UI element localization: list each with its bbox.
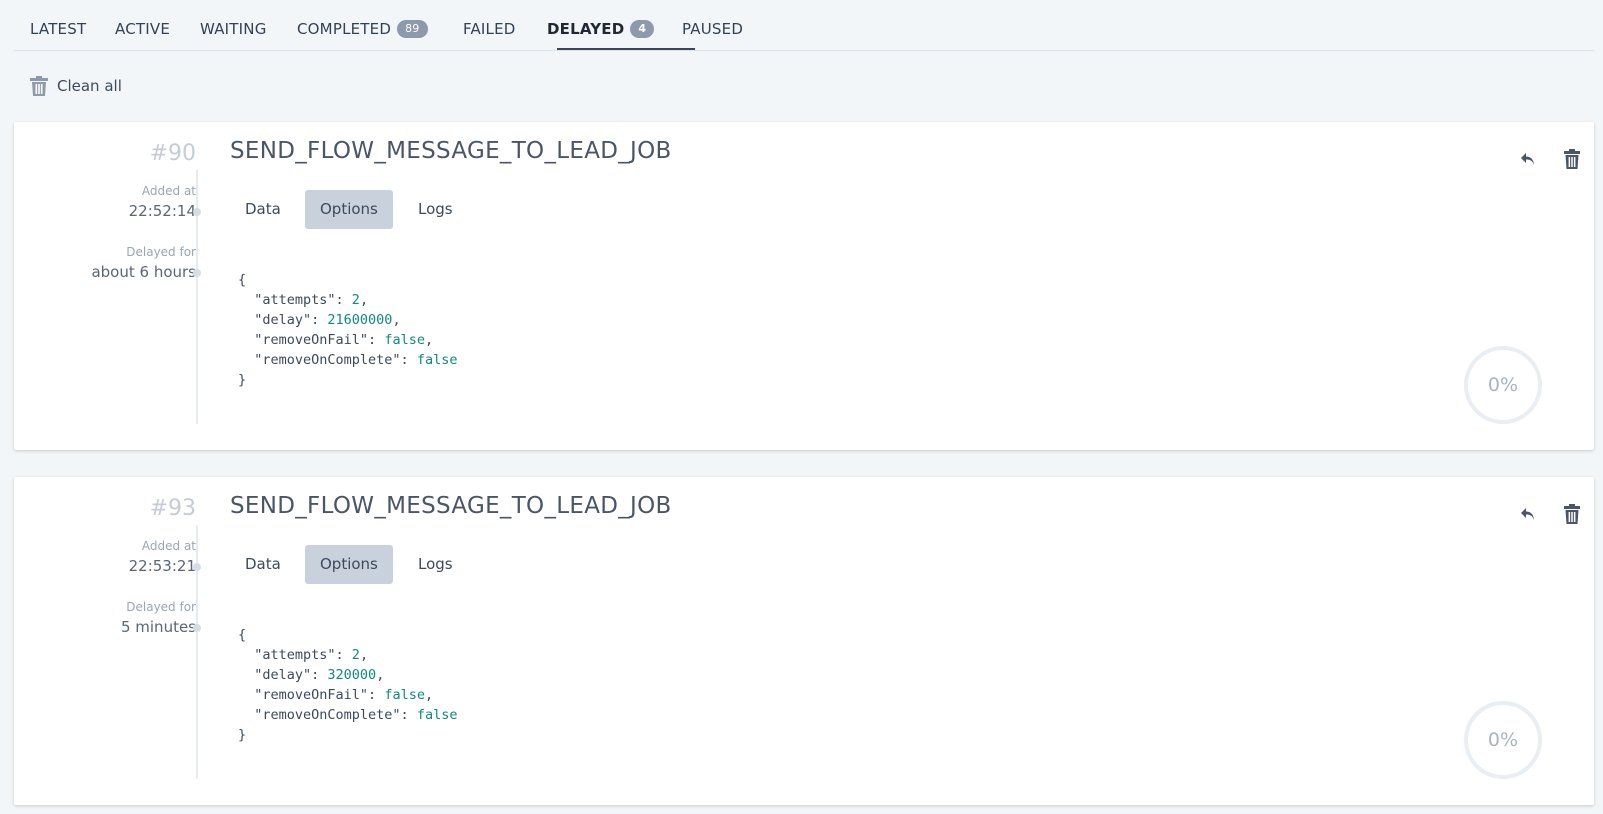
clean-all-button[interactable]: Clean all — [30, 75, 122, 97]
delayed-for-label: Delayed for — [126, 600, 196, 614]
tab-data[interactable]: Data — [230, 545, 296, 584]
delete-button[interactable] — [1559, 146, 1585, 172]
option-remove-on-fail: false — [384, 687, 425, 703]
tab-failed[interactable]: FAILED — [463, 20, 516, 38]
undo-arrow-icon — [1521, 508, 1534, 520]
tab-label: DELAYED — [547, 20, 625, 38]
trash-icon — [1564, 504, 1580, 524]
tab-completed[interactable]: COMPLETED 89 — [297, 20, 428, 38]
tab-label: ACTIVE — [115, 20, 170, 38]
retry-button[interactable] — [1515, 501, 1541, 527]
added-at-value: 22:52:14 — [128, 202, 196, 220]
status-tabs: LATEST ACTIVE WAITING COMPLETED 89 FAILED… — [14, 0, 1594, 51]
delayed-for-value: 5 minutes — [120, 618, 196, 636]
job-name: SEND_FLOW_MESSAGE_TO_LEAD_JOB — [230, 493, 672, 519]
job-id: #93 — [149, 496, 196, 521]
tab-options[interactable]: Options — [305, 545, 393, 584]
option-delay: 320000 — [327, 667, 377, 683]
added-at-label: Added at — [141, 184, 196, 198]
active-tab-indicator — [557, 48, 695, 50]
tab-label: FAILED — [463, 20, 516, 38]
delayed-for-label: Delayed for — [126, 245, 196, 259]
count-badge: 89 — [397, 20, 428, 38]
undo-arrow-icon — [1521, 153, 1534, 165]
tab-paused[interactable]: PAUSED — [682, 20, 743, 38]
job-name: SEND_FLOW_MESSAGE_TO_LEAD_JOB — [230, 138, 672, 164]
tab-options[interactable]: Options — [305, 190, 393, 229]
tab-label: PAUSED — [682, 20, 744, 38]
options-json: { "attempts": 2, "delay": 320000, "remov… — [238, 627, 458, 743]
job-id: #90 — [149, 141, 196, 166]
tab-waiting[interactable]: WAITING — [200, 20, 267, 38]
count-badge: 4 — [630, 20, 655, 38]
delete-button[interactable] — [1559, 501, 1585, 527]
option-remove-on-complete: false — [416, 352, 458, 368]
tab-label: WAITING — [200, 20, 267, 38]
clean-all-label: Clean all — [57, 77, 122, 95]
added-at-value: 22:53:21 — [128, 557, 196, 575]
progress-circle: 0% — [1464, 346, 1542, 424]
timeline-dot — [193, 624, 201, 632]
option-attempts: 2 — [351, 647, 360, 663]
trash-icon — [30, 76, 48, 96]
tab-logs[interactable]: Logs — [403, 545, 468, 584]
delayed-for-value: about 6 hours — [91, 263, 196, 281]
progress-circle: 0% — [1464, 701, 1542, 779]
option-attempts: 2 — [351, 292, 360, 308]
job-card: #90 Added at 22:52:14 Delayed for about … — [14, 122, 1594, 450]
tab-data[interactable]: Data — [230, 190, 296, 229]
timeline-dot — [193, 208, 201, 216]
job-card: #93 Added at 22:53:21 Delayed for 5 minu… — [14, 477, 1594, 805]
tab-label: COMPLETED — [297, 20, 392, 38]
option-delay: 21600000 — [327, 312, 393, 328]
tab-active[interactable]: ACTIVE — [115, 20, 170, 38]
progress-value: 0% — [1487, 374, 1519, 396]
options-json: { "attempts": 2, "delay": 21600000, "rem… — [238, 272, 458, 388]
added-at-label: Added at — [141, 539, 196, 553]
progress-value: 0% — [1487, 729, 1519, 751]
timeline-dot — [193, 563, 201, 571]
trash-icon — [1564, 149, 1580, 169]
tab-latest[interactable]: LATEST — [30, 20, 86, 38]
option-remove-on-fail: false — [384, 332, 425, 348]
option-remove-on-complete: false — [416, 707, 458, 723]
tab-logs[interactable]: Logs — [403, 190, 468, 229]
retry-button[interactable] — [1515, 146, 1541, 172]
tab-delayed[interactable]: DELAYED 4 — [547, 20, 655, 38]
tab-label: LATEST — [30, 20, 87, 38]
timeline-dot — [193, 269, 201, 277]
